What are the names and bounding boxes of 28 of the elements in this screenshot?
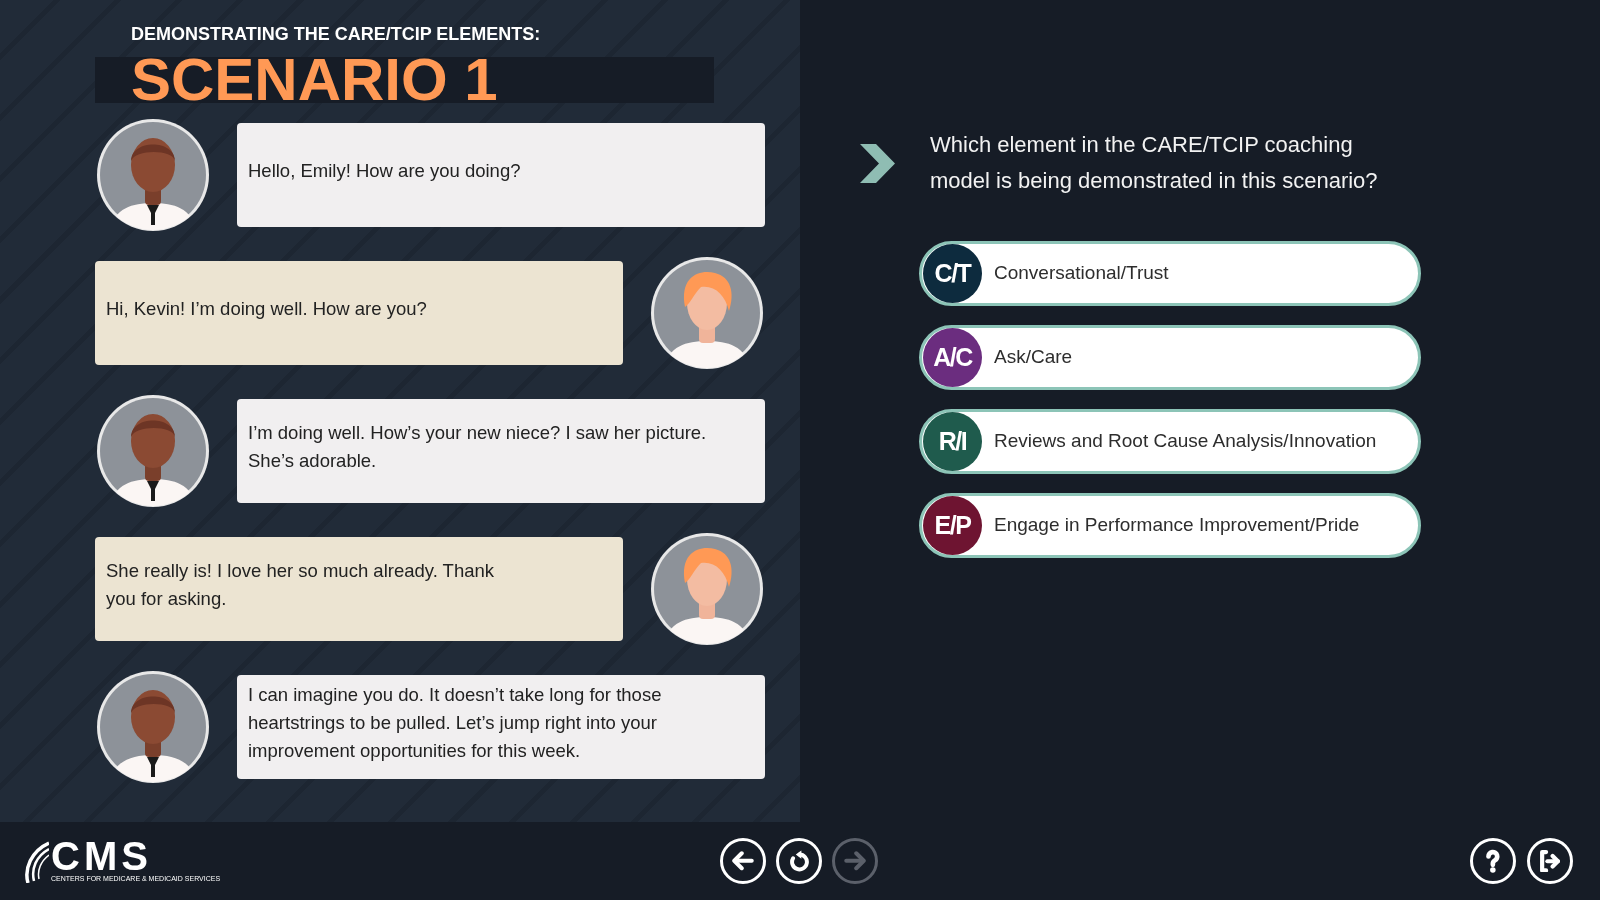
- option-badge: A/C: [923, 328, 982, 387]
- swoosh-icon: [25, 841, 49, 883]
- answer-option[interactable]: E/P Engage in Performance Improvement/Pride: [919, 493, 1421, 558]
- logo-wordmark: CMS: [51, 839, 152, 873]
- back-button[interactable]: [720, 838, 766, 884]
- message-bubble: I can imagine you do. It doesn’t take long for those heartstrings to be pulled. Let’s jump right into your improvement opportunities for this week.: [237, 675, 765, 779]
- next-arrow-icon: [844, 851, 866, 871]
- back-arrow-icon: [732, 851, 754, 871]
- replay-icon: [789, 850, 809, 872]
- answer-option[interactable]: C/T Conversational/Trust: [919, 241, 1421, 306]
- option-badge: C/T: [923, 244, 982, 303]
- option-badge: E/P: [923, 496, 982, 555]
- exit-icon: [1540, 849, 1560, 873]
- scenario-subtitle: DEMONSTRATING THE CARE/TCIP ELEMENTS:: [131, 23, 541, 45]
- message-bubble: Hi, Kevin! I’m doing well. How are you?: [95, 261, 623, 365]
- scenario-title: SCENARIO 1: [131, 57, 498, 103]
- question-text: Which element in the CARE/TCIP coaching model is being demonstrated in this scenario?: [930, 131, 1379, 195]
- help-icon: [1486, 849, 1500, 873]
- answer-option[interactable]: R/I Reviews and Root Cause Analysis/Innovation: [919, 409, 1421, 474]
- message-bubble: Hello, Emily! How are you doing?: [237, 123, 765, 227]
- answer-option[interactable]: A/C Ask/Care: [919, 325, 1421, 390]
- exit-button[interactable]: [1527, 838, 1573, 884]
- help-button[interactable]: [1470, 838, 1516, 884]
- replay-button[interactable]: [776, 838, 822, 884]
- message-bubble: I’m doing well. How’s your new niece? I saw her picture. She’s adorable.: [237, 399, 765, 503]
- chevron-icon: [860, 143, 895, 183]
- option-badge: R/I: [923, 412, 982, 471]
- message-bubble: She really is! I love her so much already. Thank you for asking.: [95, 537, 623, 641]
